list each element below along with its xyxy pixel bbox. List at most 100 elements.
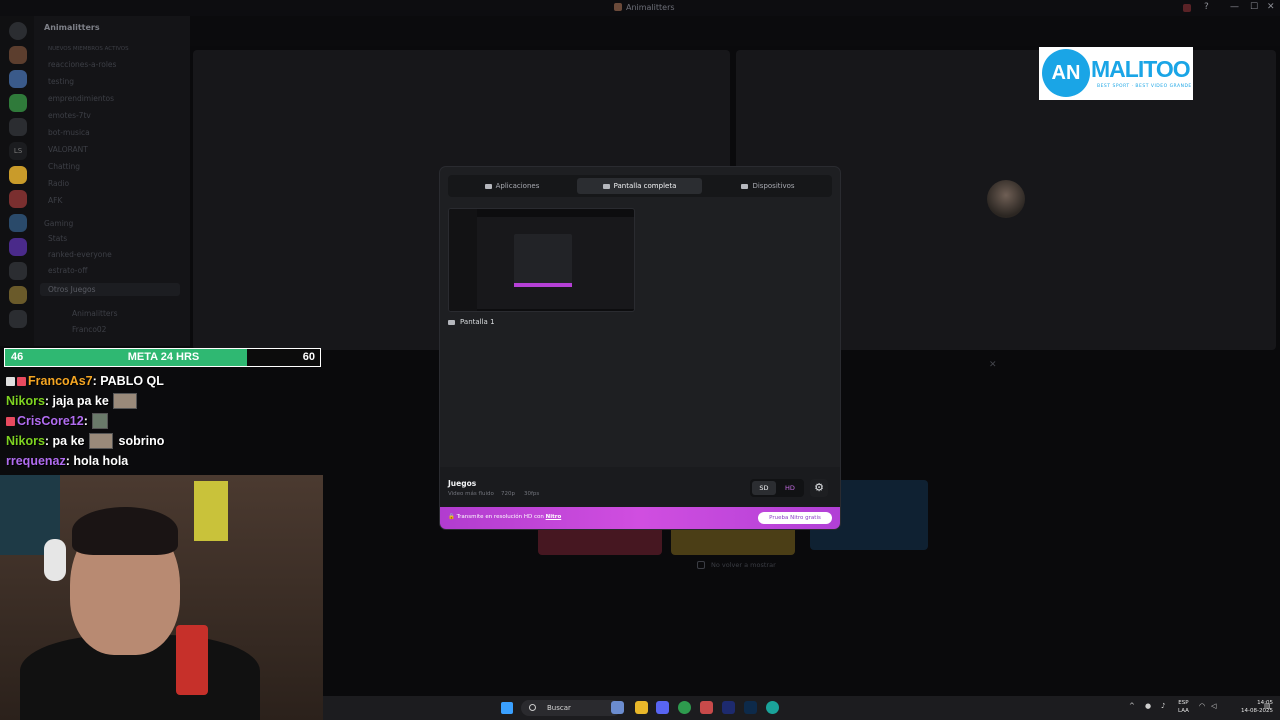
tab-dispositivos[interactable]: Dispositivos — [714, 178, 822, 194]
voice-channel-item[interactable]: AFK — [48, 196, 62, 205]
channel-item[interactable]: emprendimientos — [48, 94, 114, 103]
brand-logo: AN MALITOO BEST SPORT · BEST VIDEO GRAND… — [1039, 47, 1193, 100]
edge-icon[interactable] — [766, 701, 779, 714]
source-tabs: Aplicaciones Pantalla completa Dispositi… — [448, 175, 832, 197]
game-card[interactable] — [671, 525, 795, 555]
chat-text: sobrino — [118, 434, 165, 448]
voice-channel-item[interactable]: VALORANT — [48, 145, 88, 154]
task-view-icon[interactable] — [611, 701, 624, 714]
channel-item[interactable]: ranked-everyone — [48, 250, 112, 259]
channel-item[interactable]: reacciones-a-roles — [48, 60, 116, 69]
voice-user[interactable]: Animalitters — [72, 309, 118, 318]
channel-item[interactable]: emotes-7tv — [48, 111, 91, 120]
server-icon[interactable] — [9, 70, 27, 88]
server-icon[interactable] — [9, 286, 27, 304]
screen-source-label[interactable]: Pantalla 1 — [448, 318, 495, 326]
server-icon[interactable] — [9, 46, 27, 64]
search-icon — [529, 704, 536, 711]
title-bar: Animalitters ? — ☐ ✕ — [0, 0, 1280, 16]
category-header[interactable]: Gaming — [44, 219, 73, 228]
server-icon[interactable] — [9, 190, 27, 208]
quality-hd-button[interactable]: HD — [778, 481, 802, 495]
language-indicator[interactable]: ESP LAA — [1178, 699, 1189, 715]
goal-bar: META 24 HRS 46 60 — [4, 348, 321, 367]
badge-icon — [6, 416, 15, 426]
taskbar: Buscar ^ ● ♪ ESP LAA ◠ ◁ 14:05 14-08-202… — [323, 696, 1280, 720]
volume-icon[interactable]: ◁ — [1211, 702, 1216, 710]
maximize-button[interactable]: ☐ — [1250, 2, 1258, 12]
screen-thumbnail[interactable] — [448, 208, 635, 312]
checkbox-icon[interactable] — [697, 561, 705, 569]
file-explorer-icon[interactable] — [635, 701, 648, 714]
no-show-again[interactable]: No volver a mostrar — [697, 561, 776, 569]
wifi-icon[interactable]: ◠ — [1199, 702, 1205, 710]
screen-share-modal: Aplicaciones Pantalla completa Dispositi… — [440, 167, 840, 529]
tab-pantalla-completa[interactable]: Pantalla completa — [577, 178, 702, 194]
chat-message: Nikors: pa ke sobrino — [6, 433, 165, 449]
tab-aplicaciones[interactable]: Aplicaciones — [458, 178, 566, 194]
nitro-message: 🔒 Transmite en resolución HD con Nitro — [448, 514, 562, 520]
microphone-icon[interactable]: ♪ — [1161, 702, 1165, 710]
voice-channel-item[interactable]: Chatting — [48, 162, 80, 171]
voice-user[interactable]: Franco02 — [72, 325, 106, 334]
badge-icon — [6, 376, 15, 386]
server-name[interactable]: Animalitters — [44, 23, 100, 32]
discord-app-icon[interactable] — [656, 701, 669, 714]
active-voice-channel[interactable]: Otros Juegos — [40, 283, 180, 296]
channel-item[interactable]: Stats — [48, 234, 67, 243]
quality-toggle: SD HD — [750, 479, 804, 497]
close-button[interactable]: ✕ — [1267, 2, 1275, 12]
channel-list: Animalitters NUEVOS MIEMBROS ACTIVOS rea… — [34, 16, 190, 346]
windows-start-icon[interactable] — [501, 702, 513, 714]
channel-item[interactable]: bot-musica — [48, 128, 90, 137]
chat-text: pa ke — [52, 434, 85, 448]
photoshop-icon[interactable] — [744, 701, 757, 714]
goal-label: META 24 HRS — [127, 351, 200, 363]
chrome-icon[interactable] — [678, 701, 691, 714]
server-icon[interactable] — [9, 166, 27, 184]
app-icon[interactable] — [700, 701, 713, 714]
gear-icon[interactable]: ⚙ — [810, 479, 828, 497]
chat-message: CrisCore12: — [6, 411, 326, 431]
server-icon[interactable] — [9, 310, 27, 328]
channel-item[interactable]: testing — [48, 77, 74, 86]
game-card[interactable] — [538, 525, 662, 555]
quality-sd-button[interactable]: SD — [752, 481, 776, 495]
chat-username: rrequenaz — [6, 454, 66, 468]
emote-icon — [91, 413, 108, 429]
close-icon[interactable]: ✕ — [989, 360, 997, 370]
logo-tagline: BEST SPORT · BEST VIDEO GRANDE — [1097, 84, 1192, 89]
voice-channel-item[interactable]: Radio — [48, 179, 69, 188]
discord-home-icon[interactable] — [9, 22, 27, 40]
chat-text: hola hola — [73, 454, 129, 468]
screen: Animalitters ? — ☐ ✕ LS Animalitters NUE… — [0, 0, 1280, 720]
emote-icon — [88, 433, 113, 449]
server-icon[interactable] — [9, 94, 27, 112]
try-nitro-button[interactable]: Prueba Nitro gratis — [758, 512, 832, 524]
taskbar-search[interactable]: Buscar — [521, 700, 621, 716]
heart-badge-icon — [17, 376, 26, 386]
tray-app-icon[interactable]: ● — [1145, 702, 1151, 710]
notification-icon[interactable]: ▤ — [1264, 702, 1271, 710]
webcam-feed — [0, 475, 323, 720]
server-icon[interactable] — [9, 214, 27, 232]
channel-item[interactable]: estrato-off — [48, 266, 87, 275]
minimize-button[interactable]: — — [1230, 2, 1239, 12]
premiere-icon[interactable] — [722, 701, 735, 714]
goal-current: 46 — [11, 351, 24, 363]
server-icon[interactable]: LS — [9, 142, 27, 160]
chevron-up-icon[interactable]: ^ — [1129, 702, 1135, 710]
chat-username: CrisCore12 — [17, 414, 84, 428]
server-icon[interactable] — [9, 262, 27, 280]
section-title: Juegos — [448, 479, 477, 488]
inbox-icon[interactable] — [1183, 4, 1191, 12]
nitro-link[interactable]: Nitro — [546, 514, 562, 520]
server-icon[interactable] — [9, 238, 27, 256]
monitor-icon — [602, 183, 610, 189]
logo-mark: AN — [1042, 49, 1090, 97]
chat-message: FrancoAs7: PABLO QL — [6, 371, 326, 391]
goal-target: 60 — [302, 351, 315, 363]
help-icon[interactable]: ? — [1204, 2, 1209, 12]
server-icon[interactable] — [9, 118, 27, 136]
channel-item[interactable]: NUEVOS MIEMBROS ACTIVOS — [48, 46, 129, 52]
